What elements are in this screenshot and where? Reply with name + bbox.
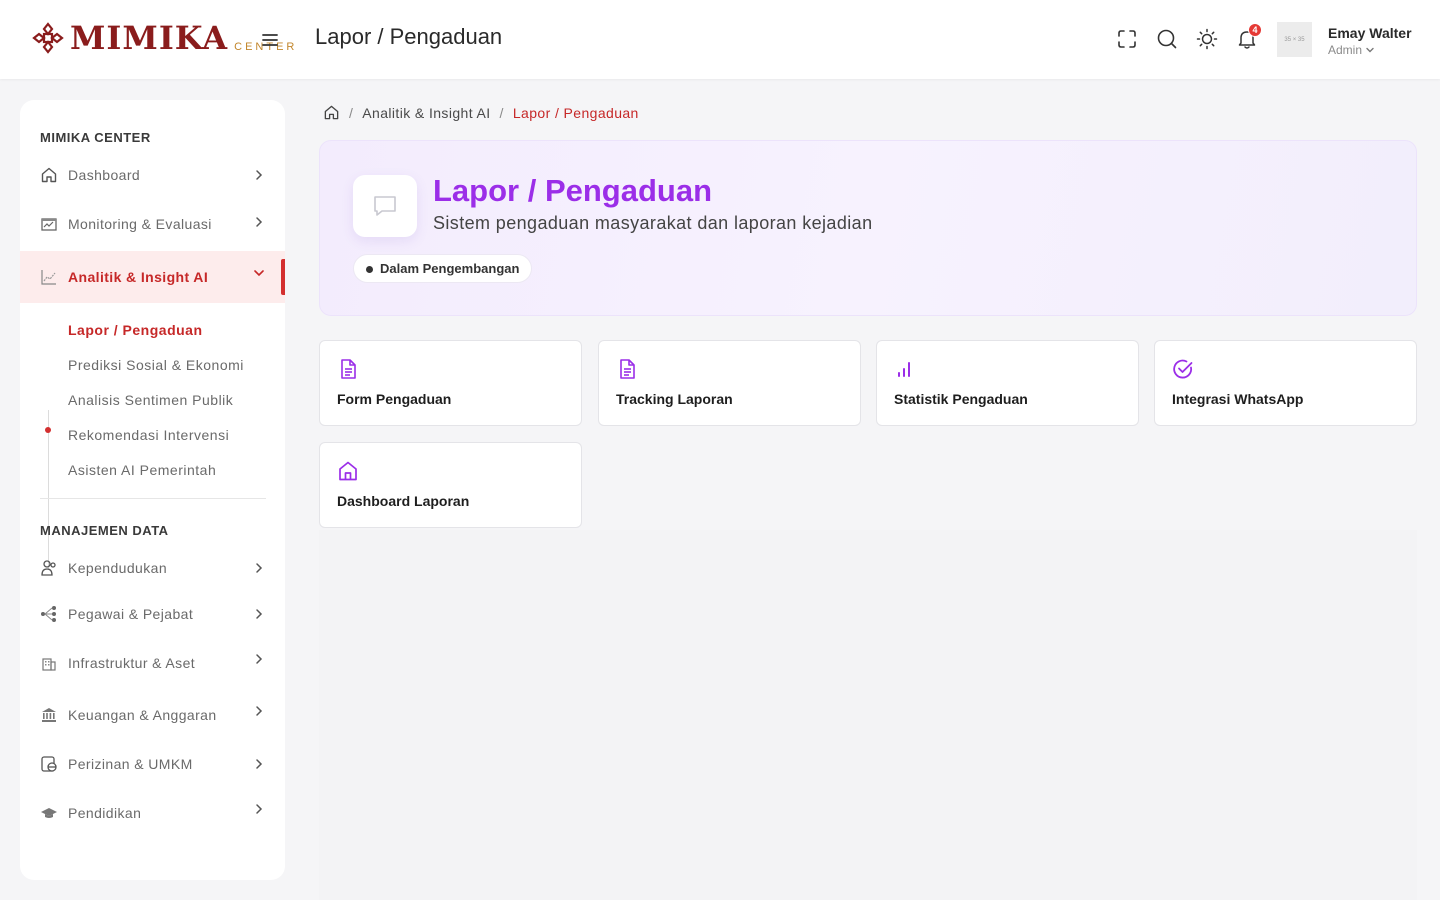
fullscreen-icon[interactable] [1116,28,1138,50]
sidebar-section-title: MIMIKA CENTER [40,130,151,145]
card-tracking-laporan[interactable]: Tracking Laporan [598,340,861,426]
chevron-right-icon [256,759,263,769]
bank-icon [42,708,56,722]
sidebar-item-pendidikan[interactable]: Pendidikan [20,791,285,835]
hero-banner: Lapor / Pengaduan Sistem pengaduan masya… [319,140,1417,316]
signal-bars-icon [898,362,910,377]
card-form-pengaduan[interactable]: Form Pengaduan [319,340,582,426]
monitor-chart-icon [41,218,57,231]
sidebar-item-label: Keuangan & Anggaran [68,707,217,723]
building-icon [42,658,56,671]
chevron-right-icon [256,706,263,716]
search-icon[interactable] [1156,28,1178,50]
status-badge: Dalam Pengembangan [353,254,533,283]
hero-subtitle: Sistem pengaduan masyarakat dan laporan … [433,213,873,233]
home-icon[interactable] [323,104,340,121]
breadcrumb: / Analitik & Insight AI / Lapor / Pengad… [323,104,639,121]
top-header: MIMIKA CENTER Lapor / Pengaduan 4 35 × 3… [0,0,1440,79]
sidebar-item-pegawai[interactable]: Pegawai & Pejabat [20,592,285,636]
graduation-cap-icon [41,808,57,818]
submenu-item-rekomendasi[interactable]: Rekomendasi Intervensi [68,427,229,443]
hero-title: Lapor / Pengaduan [433,173,713,208]
chevron-right-icon [256,170,263,180]
card-label: Tracking Laporan [616,391,733,407]
breadcrumb-separator: / [349,104,354,121]
card-label: Dashboard Laporan [337,493,470,509]
page-title: Lapor / Pengaduan [315,24,503,49]
submenu-item-sentimen[interactable]: Analisis Sentimen Publik [68,392,233,408]
hero-icon-box [353,175,417,237]
user-role-label: Admin [1328,43,1363,57]
document-icon [341,359,356,379]
chevron-down-icon [254,270,264,277]
card-integrasi-whatsapp[interactable]: Integrasi WhatsApp [1154,340,1417,426]
chevron-right-icon [256,217,263,227]
status-label: Dalam Pengembangan [380,261,520,276]
active-indicator [281,259,285,295]
sidebar-item-dashboard[interactable]: Dashboard [20,153,285,197]
user-role-dropdown[interactable]: Admin [1328,43,1375,57]
sidebar-item-label: Monitoring & Evaluasi [68,216,212,232]
chevron-right-icon [256,563,263,573]
sidebar-item-label: Kependudukan [68,560,167,576]
sidebar: MIMIKA CENTER Dashboard Monitoring & Eva… [20,100,285,880]
sidebar-item-keuangan[interactable]: Keuangan & Anggaran [20,693,285,737]
menu-toggle-icon[interactable] [260,30,280,50]
card-dashboard-laporan[interactable]: Dashboard Laporan [319,442,582,528]
breadcrumb-current: Lapor / Pengaduan [512,104,639,121]
chevron-right-icon [256,804,263,814]
card-label: Integrasi WhatsApp [1172,391,1304,407]
document-icon [620,359,635,379]
card-label: Statistik Pengaduan [894,391,1028,407]
sidebar-item-label: Perizinan & UMKM [68,756,193,772]
chevron-right-icon [256,609,263,619]
sidebar-divider [40,498,266,499]
content-area [319,530,1417,900]
notification-badge: 4 [1248,23,1262,37]
submenu-item-asisten-ai[interactable]: Asisten AI Pemerintah [68,462,216,478]
chevron-right-icon [256,654,263,664]
sidebar-item-monitoring[interactable]: Monitoring & Evaluasi [20,202,285,246]
submenu-item-prediksi[interactable]: Prediksi Sosial & Ekonomi [68,357,244,373]
check-circle-icon [1173,359,1193,379]
logo-mark-icon [32,22,64,54]
line-chart-icon [41,270,56,285]
card-label: Form Pengaduan [337,391,452,407]
sidebar-item-kependudukan[interactable]: Kependudukan [20,546,285,590]
chevron-down-icon [1366,47,1374,53]
sidebar-item-label: Analitik & Insight AI [68,269,209,285]
sidebar-item-perizinan[interactable]: Perizinan & UMKM [20,742,285,786]
org-network-icon [41,606,56,622]
sidebar-item-label: Pendidikan [68,805,142,821]
sidebar-item-label: Pegawai & Pejabat [68,606,194,622]
active-submenu-dot [45,427,51,433]
globe-document-icon [41,756,57,772]
users-icon [41,560,56,576]
avatar[interactable]: 35 × 35 [1277,22,1312,57]
home-icon [41,167,57,183]
home-icon [339,461,357,481]
status-dot [366,266,373,273]
submenu-item-lapor-pengaduan[interactable]: Lapor / Pengaduan [68,322,203,338]
card-statistik-pengaduan[interactable]: Statistik Pengaduan [876,340,1139,426]
sidebar-section-title: MANAJEMEN DATA [40,523,169,538]
sidebar-item-analitik[interactable]: Analitik & Insight AI [20,251,285,303]
sidebar-item-infrastruktur[interactable]: Infrastruktur & Aset [20,641,285,685]
user-name[interactable]: Emay Walter [1328,25,1412,41]
sidebar-item-label: Dashboard [68,167,141,183]
logo[interactable]: MIMIKA CENTER [30,20,297,56]
breadcrumb-separator: / [499,104,504,121]
logo-text: MIMIKA [70,19,229,57]
sidebar-item-label: Infrastruktur & Aset [68,655,196,671]
breadcrumb-parent[interactable]: Analitik & Insight AI [362,105,490,121]
theme-toggle-icon[interactable] [1196,28,1218,50]
chat-bubble-icon [374,196,396,216]
